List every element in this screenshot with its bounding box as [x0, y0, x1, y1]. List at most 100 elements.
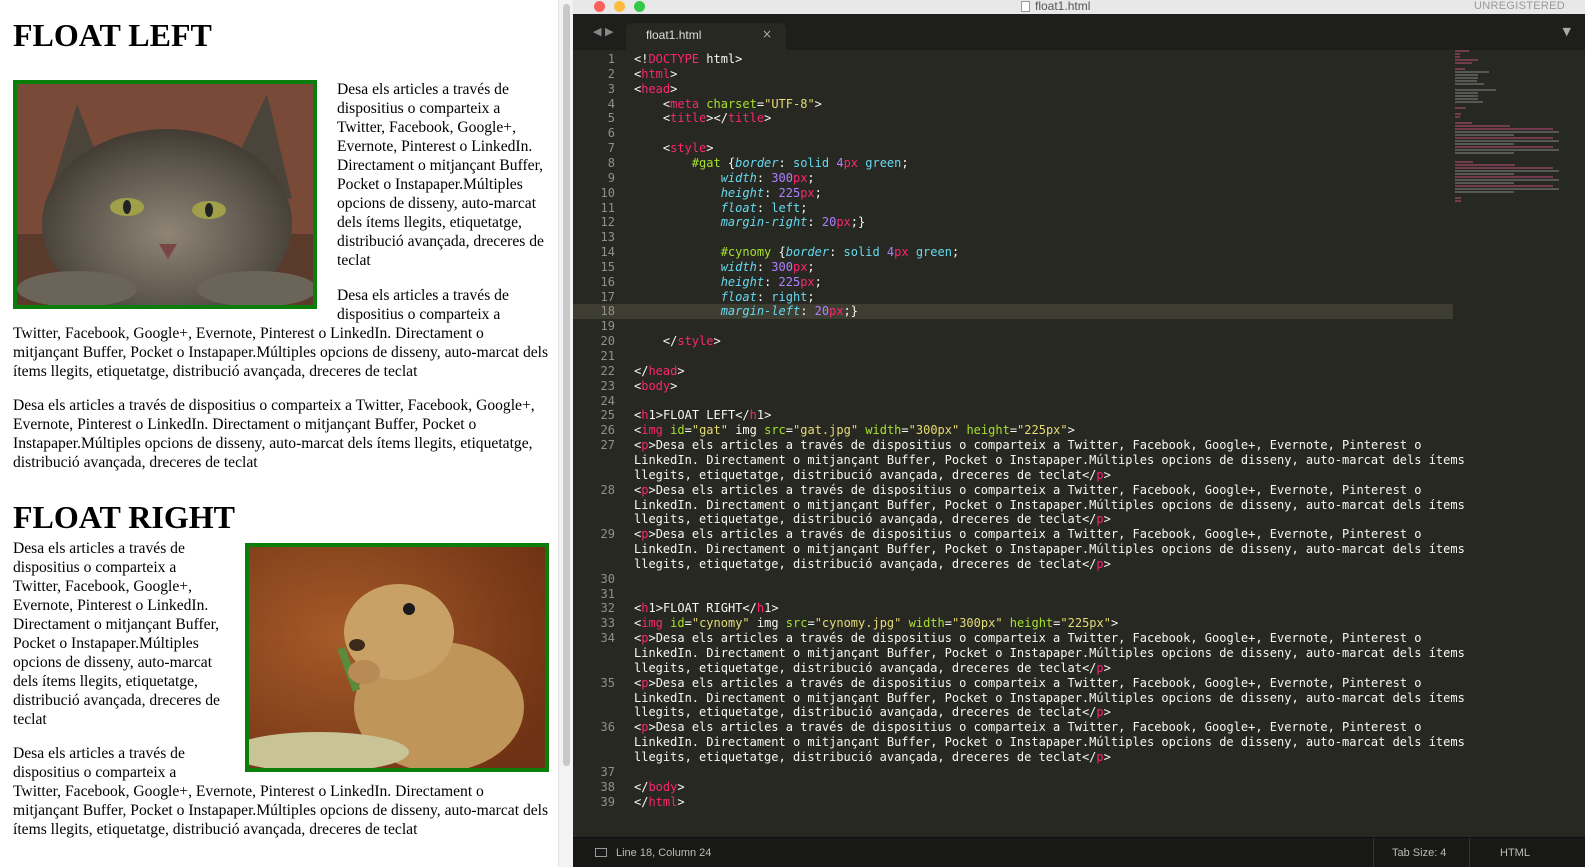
code-line[interactable]: 28 <p>Desa els articles a través de dispo… — [573, 483, 1453, 498]
maximize-window-button[interactable] — [634, 1, 645, 12]
code-line[interactable]: llegits, etiquetatge, distribució avança… — [573, 557, 1453, 572]
code-line[interactable]: 24 — [573, 394, 1453, 409]
code-line[interactable]: 39 </html> — [573, 795, 1453, 810]
code-line[interactable]: 35 <p>Desa els articles a través de dispo… — [573, 676, 1453, 691]
minimap-line — [1455, 89, 1496, 91]
code-area[interactable]: 1 <!DOCTYPE html> 2 <html> 3 <head> 4 <meta ch… — [573, 50, 1465, 840]
code-line[interactable]: 14 #cynomy {border: solid 4px green; — [573, 245, 1453, 260]
code-line[interactable]: 2 <html> — [573, 67, 1453, 82]
code-line[interactable]: 10 height: 225px; — [573, 186, 1453, 201]
code-line[interactable]: 29 <p>Desa els articles a través de dispo… — [573, 527, 1453, 542]
code-line[interactable]: LinkedIn. Directament o mitjançant Buffe… — [573, 542, 1465, 557]
line-code: </head> — [634, 363, 685, 378]
line-number: 20 — [600, 334, 615, 349]
prairie-dog-image — [245, 542, 549, 772]
code-line[interactable]: 1 <!DOCTYPE html> — [573, 52, 1453, 67]
code-line[interactable]: llegits, etiquetatge, distribució avança… — [573, 705, 1453, 720]
code-line[interactable]: LinkedIn. Directament o mitjançant Buffe… — [573, 646, 1465, 661]
code-line[interactable]: 23 <body> — [573, 379, 1453, 394]
line-number: 6 — [607, 126, 615, 141]
line-number: 3 — [607, 81, 615, 96]
line-number: 29 — [600, 527, 615, 542]
code-line[interactable]: 12 margin-right: 20px;} — [573, 215, 1453, 230]
code-line[interactable]: 37 — [573, 765, 1453, 780]
line-code: margin-right: 20px;} — [720, 215, 866, 230]
minimap-line — [1455, 170, 1559, 172]
code-line[interactable]: 6 — [573, 126, 1453, 141]
line-number: 10 — [600, 185, 615, 200]
title-bar: float1.html UNREGISTERED — [573, 0, 1585, 14]
tab-float1-html[interactable]: float1.html × — [626, 23, 786, 50]
code-line[interactable]: LinkedIn. Directament o mitjançant Buffe… — [573, 453, 1465, 468]
line-code: </html> — [634, 794, 685, 809]
code-line[interactable]: 38 </body> — [573, 780, 1453, 795]
cursor-position: Line 18, Column 24 — [616, 847, 712, 859]
tab-nav-arrows-icon[interactable]: ◀ ▶ — [593, 25, 613, 38]
line-number: 38 — [600, 779, 615, 794]
close-window-button[interactable] — [594, 1, 605, 12]
paragraph-3: Desa els articles a través de dispositiu… — [13, 397, 535, 471]
minimap-line — [1455, 56, 1461, 58]
code-line[interactable]: 13 — [573, 230, 1453, 245]
line-number: 18 — [600, 304, 615, 319]
code-line[interactable]: 30 — [573, 572, 1453, 587]
code-line[interactable]: llegits, etiquetatge, distribució avança… — [573, 468, 1453, 483]
code-line[interactable]: 17 float: right; — [573, 290, 1453, 305]
code-line[interactable]: 26 <img id="gat" img src="gat.jpg" width=… — [573, 423, 1453, 438]
code-line[interactable]: 31 — [573, 587, 1453, 602]
code-line[interactable]: llegits, etiquetatge, distribució avança… — [573, 750, 1453, 765]
code-line[interactable]: 20 </style> — [573, 334, 1453, 349]
panel-toggle-icon[interactable] — [595, 848, 607, 857]
code-line[interactable]: 36 <p>Desa els articles a través de dispo… — [573, 720, 1453, 735]
minimap-line — [1455, 80, 1477, 82]
line-code: float: left; — [720, 200, 808, 215]
line-code: <p>Desa els articles a través de disposi… — [634, 527, 1422, 542]
code-line[interactable]: LinkedIn. Directament o mitjançant Buffe… — [573, 691, 1465, 706]
browser-scrollbar-thumb[interactable] — [563, 4, 570, 766]
minimap[interactable] — [1455, 50, 1567, 202]
tab-close-icon[interactable]: × — [762, 27, 772, 41]
code-line[interactable]: 7 <style> — [573, 141, 1453, 156]
code-line[interactable]: 5 <title></title> — [573, 111, 1453, 126]
code-line[interactable]: 32 <h1>FLOAT RIGHT</h1> — [573, 601, 1453, 616]
code-line[interactable]: 16 height: 225px; — [573, 275, 1453, 290]
minimap-line — [1455, 149, 1559, 151]
code-line[interactable]: 19 — [573, 319, 1453, 334]
code-line[interactable]: llegits, etiquetatge, distribució avança… — [573, 512, 1453, 527]
code-line[interactable]: 11 float: left; — [573, 201, 1453, 216]
line-number: 23 — [600, 378, 615, 393]
code-line[interactable]: 21 — [573, 349, 1453, 364]
code-line[interactable]: 8 #gat {border: solid 4px green; — [573, 156, 1453, 171]
code-line[interactable]: 9 width: 300px; — [573, 171, 1453, 186]
line-number: 28 — [600, 482, 615, 497]
line-number: 1 — [607, 52, 615, 66]
line-code: </style> — [662, 334, 721, 349]
code-line[interactable]: 15 width: 300px; — [573, 260, 1453, 275]
tab-bar: ◀ ▶ float1.html × ▼ — [573, 14, 1585, 50]
code-line[interactable]: 3 <head> — [573, 82, 1453, 97]
code-line[interactable]: 18 margin-left: 20px;} — [573, 304, 1453, 320]
minimize-window-button[interactable] — [614, 1, 625, 12]
code-line[interactable]: 25 <h1>FLOAT LEFT</h1> — [573, 408, 1453, 423]
code-line[interactable]: 33 <img id="cynomy" img src="cynomy.jpg" … — [573, 616, 1453, 631]
minimap-line — [1455, 161, 1473, 163]
code-line[interactable]: 34 <p>Desa els articles a través de dispo… — [573, 631, 1453, 646]
code-line[interactable]: 22 </head> — [573, 364, 1453, 379]
minimap-line — [1455, 164, 1516, 166]
code-line[interactable]: 27 <p>Desa els articles a través de dispo… — [573, 438, 1453, 453]
code-line[interactable]: LinkedIn. Directament o mitjançant Buffe… — [573, 498, 1465, 513]
line-code: margin-left: 20px;} — [720, 304, 858, 319]
minimap-line — [1455, 116, 1461, 118]
browser-scrollbar[interactable] — [558, 0, 573, 867]
minimap-line — [1455, 185, 1554, 187]
code-line[interactable]: 4 <meta charset="UTF-8"> — [573, 97, 1453, 112]
line-code: LinkedIn. Directament o mitjançant Buffe… — [634, 452, 1465, 467]
line-number: 17 — [600, 289, 615, 304]
minimap-line — [1455, 98, 1478, 100]
syntax-selector[interactable]: HTML — [1500, 847, 1530, 859]
tab-dropdown-icon[interactable]: ▼ — [1563, 25, 1571, 38]
line-code: width: 300px; — [720, 170, 815, 185]
tab-size-selector[interactable]: Tab Size: 4 — [1392, 847, 1446, 859]
code-line[interactable]: llegits, etiquetatge, distribució avança… — [573, 661, 1453, 676]
code-line[interactable]: LinkedIn. Directament o mitjançant Buffe… — [573, 735, 1465, 750]
